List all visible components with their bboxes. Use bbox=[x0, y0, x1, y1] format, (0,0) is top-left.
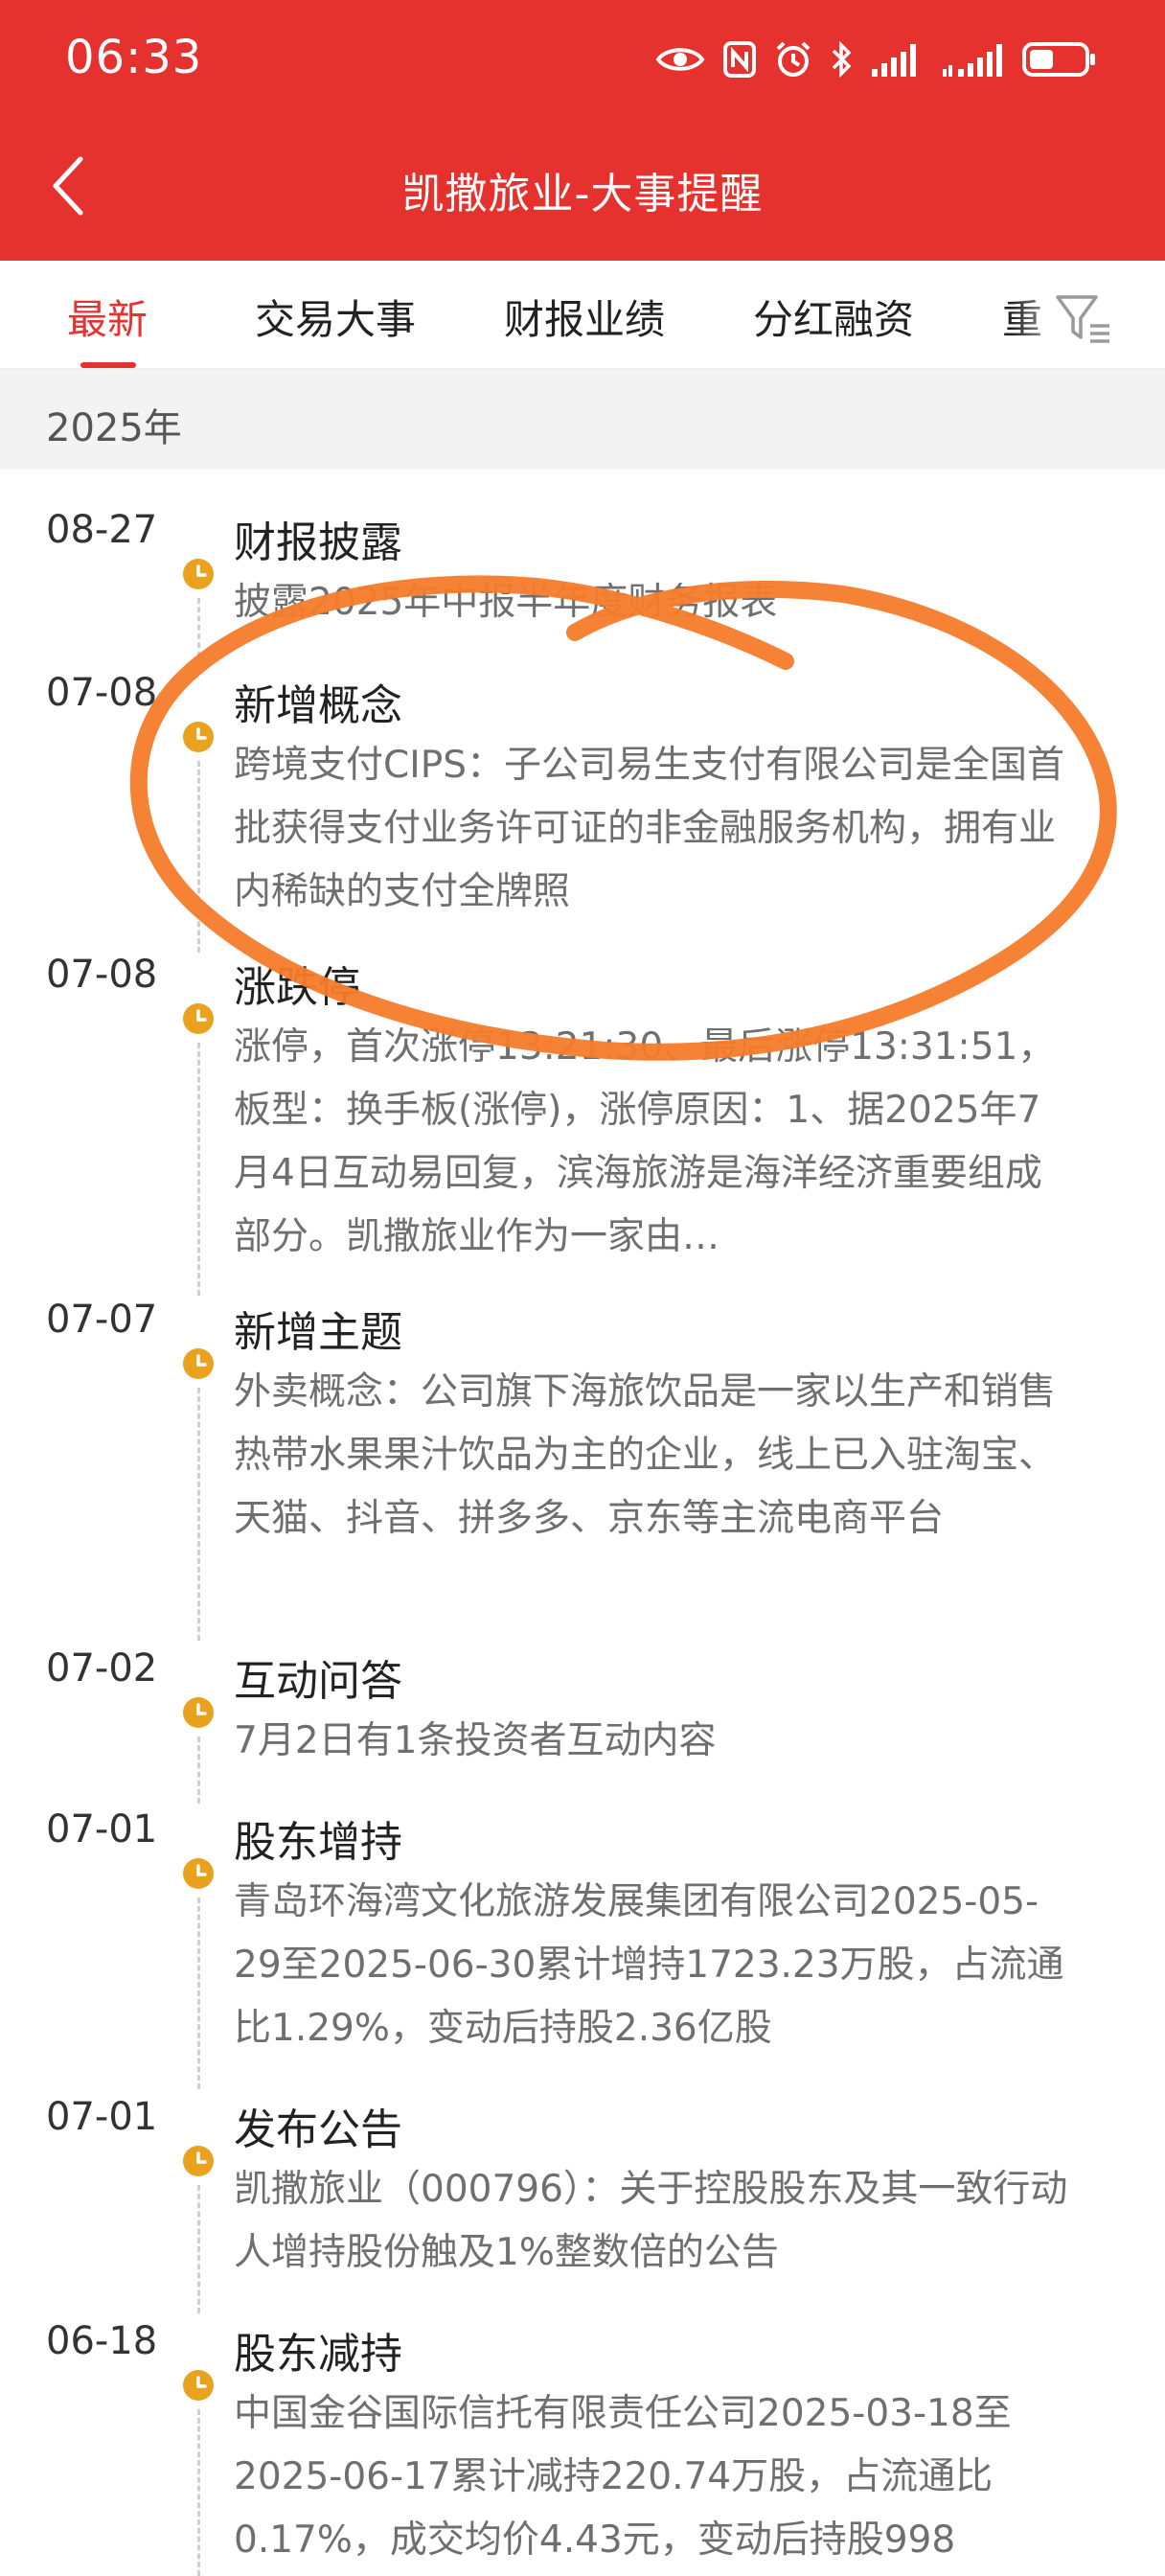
event-description: 青岛环海湾文化旅游发展集团有限公司2025-05-29至2025-06-30累计… bbox=[234, 1880, 1064, 2050]
clock-icon bbox=[183, 1348, 214, 1379]
clock-icon bbox=[183, 559, 214, 589]
event-title: 发布公告 bbox=[234, 2105, 402, 2154]
clock-icon bbox=[183, 2146, 214, 2176]
timeline-connector bbox=[197, 1898, 200, 2089]
event-description: 披露2025年中报半年度财务报表 bbox=[234, 581, 778, 624]
event-item[interactable]: 06-18 股东减持 中国金谷国际信托有限责任公司2025-03-18至2025… bbox=[0, 2319, 1165, 2576]
signal-icon-secondary bbox=[941, 40, 1004, 79]
event-description: 涨停，首次涨停13:21:30、最后涨停13:31:51，板型：换手板(涨停)，… bbox=[234, 1025, 1056, 1258]
clock-icon bbox=[183, 1003, 214, 1034]
event-description: 外卖概念：公司旗下海旅饮品是一家以生产和销售热带水果果汁饮品为主的企业，线上已入… bbox=[234, 1370, 1057, 1540]
clock-icon bbox=[183, 2370, 214, 2401]
clock-icon bbox=[183, 1697, 214, 1728]
header-bar: 06:33 凯撒旅业-大事提醒 bbox=[0, 0, 1165, 261]
filter-button[interactable] bbox=[1054, 289, 1115, 351]
event-item[interactable]: 08-27 财报披露 披露2025年中报半年度财务报表 bbox=[0, 508, 1165, 675]
event-title: 新增主题 bbox=[234, 1308, 402, 1357]
timeline-connector bbox=[197, 598, 200, 675]
timeline-connector bbox=[197, 1388, 200, 1641]
event-item[interactable]: 07-01 股东增持 青岛环海湾文化旅游发展集团有限公司2025-05-29至2… bbox=[0, 1807, 1165, 2095]
event-title: 财报披露 bbox=[234, 518, 402, 567]
event-date: 07-01 bbox=[46, 1807, 158, 1852]
clock-icon bbox=[183, 1858, 214, 1889]
status-time: 06:33 bbox=[65, 31, 203, 84]
bluetooth-icon bbox=[830, 40, 853, 79]
alarm-icon bbox=[774, 40, 812, 79]
eye-icon bbox=[655, 43, 705, 76]
battery-icon bbox=[1021, 40, 1098, 79]
year-section-header: 2025年 bbox=[0, 370, 1165, 470]
event-date: 07-08 bbox=[46, 953, 158, 997]
event-title: 股东增持 bbox=[234, 1818, 402, 1867]
year-label: 2025年 bbox=[46, 406, 182, 450]
event-item[interactable]: 07-08 新增概念 跨境支付CIPS：子公司易生支付有限公司是全国首批获得支付… bbox=[0, 671, 1165, 953]
event-description: 7月2日有1条投资者互动内容 bbox=[234, 1719, 717, 1762]
event-timeline: 08-27 财报披露 披露2025年中报半年度财务报表 07-08 新增概念 跨… bbox=[0, 470, 1165, 2576]
event-item[interactable]: 07-08 涨跌停 涨停，首次涨停13:21:30、最后涨停13:31:51，板… bbox=[0, 953, 1165, 1298]
timeline-connector bbox=[197, 1043, 200, 1296]
event-title: 新增概念 bbox=[234, 681, 402, 730]
event-title: 互动问答 bbox=[234, 1657, 402, 1706]
event-description: 中国金谷国际信托有限责任公司2025-03-18至2025-06-17累计减持2… bbox=[234, 2392, 1012, 2562]
event-description: 凯撒旅业（000796）：关于控股股东及其一致行动人增持股份触及1%整数倍的公告 bbox=[234, 2168, 1068, 2274]
active-tab-indicator bbox=[80, 362, 136, 368]
tab-latest[interactable]: 最新 bbox=[67, 288, 148, 346]
event-item[interactable]: 07-02 互动问答 7月2日有1条投资者互动内容 bbox=[0, 1646, 1165, 1807]
event-title: 涨跌停 bbox=[234, 963, 360, 1012]
event-date: 07-01 bbox=[46, 2095, 158, 2139]
event-item[interactable]: 07-07 新增主题 外卖概念：公司旗下海旅饮品是一家以生产和销售热带水果果汁饮… bbox=[0, 1298, 1165, 1646]
event-description: 跨境支付CIPS：子公司易生支付有限公司是全国首批获得支付业务许可证的非金融服务… bbox=[234, 744, 1065, 913]
timeline-connector bbox=[197, 2409, 200, 2576]
tab-financial-results[interactable]: 财报业绩 bbox=[504, 288, 665, 346]
event-date: 06-18 bbox=[46, 2319, 158, 2363]
event-date: 07-02 bbox=[46, 1646, 158, 1690]
page-title: 凯撒旅业-大事提醒 bbox=[401, 170, 764, 218]
tab-dividend-financing[interactable]: 分红融资 bbox=[753, 288, 914, 346]
event-title: 股东减持 bbox=[234, 2330, 402, 2379]
signal-icon bbox=[870, 40, 924, 79]
status-icons bbox=[655, 33, 1098, 86]
tab-trading-events[interactable]: 交易大事 bbox=[255, 288, 416, 346]
timeline-connector bbox=[197, 761, 200, 953]
timeline-connector bbox=[197, 2185, 200, 2313]
event-date: 08-27 bbox=[46, 508, 158, 552]
nfc-icon bbox=[722, 40, 757, 79]
event-item[interactable]: 07-01 发布公告 凯撒旅业（000796）：关于控股股东及其一致行动人增持股… bbox=[0, 2095, 1165, 2319]
event-date: 07-08 bbox=[46, 671, 158, 715]
tab-bar: 最新 交易大事 财报业绩 分红融资 重 bbox=[0, 261, 1165, 370]
filter-icon bbox=[1054, 295, 1115, 355]
clock-icon bbox=[183, 722, 214, 752]
timeline-connector bbox=[197, 1736, 200, 1804]
event-date: 07-07 bbox=[46, 1298, 158, 1342]
